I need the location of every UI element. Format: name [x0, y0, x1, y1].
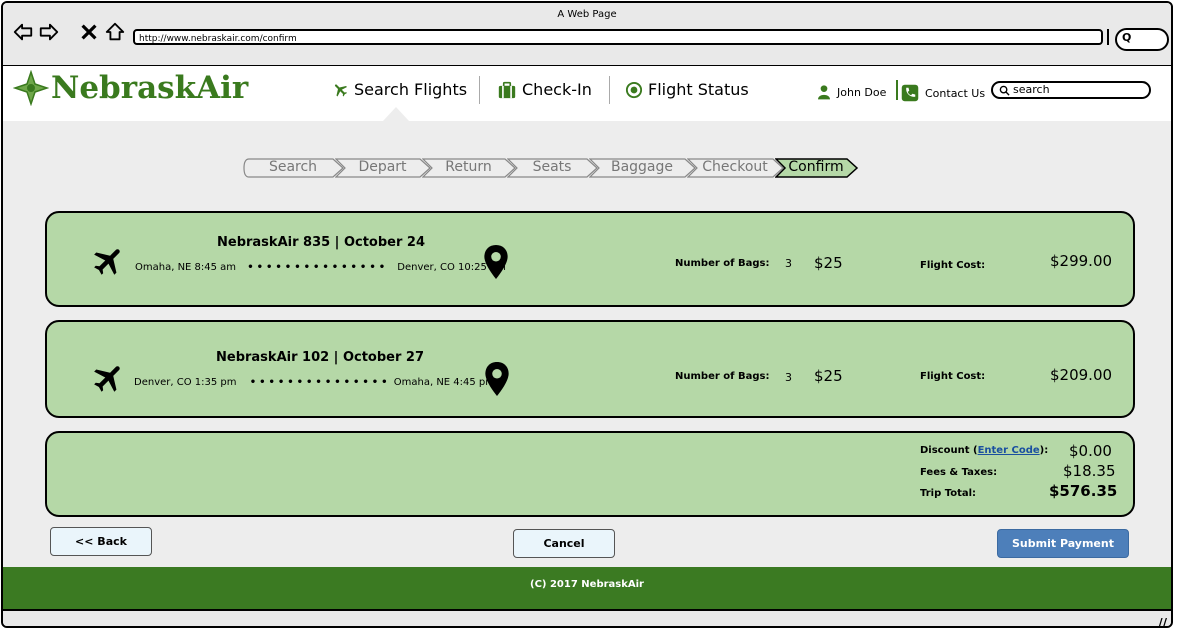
breadcrumb-step[interactable]: Seats — [507, 158, 598, 178]
target-icon — [625, 81, 643, 98]
forward-arrow-icon[interactable] — [37, 20, 61, 44]
nav-divider — [609, 76, 610, 104]
bags-count: 3 — [785, 257, 792, 270]
browser-chrome: A Web Page http://www.nebraskair.com/con… — [3, 3, 1171, 67]
map-pin-icon — [484, 245, 508, 279]
bag-cost: $25 — [814, 367, 843, 385]
breadcrumb-step[interactable]: Confirm — [775, 158, 859, 178]
home-icon[interactable] — [103, 20, 127, 44]
flight-route: Denver, CO 1:35 pm ••••••••••••••• Omaha… — [134, 377, 495, 388]
fees-label: Fees & Taxes: — [920, 467, 998, 478]
bags-label: Number of Bags: — [675, 258, 770, 269]
flight-title: NebraskAir 102 | October 27 — [216, 350, 425, 365]
breadcrumb: Search Depart Return Seats Baggage Checkout Co… — [243, 156, 859, 178]
nav-divider — [479, 76, 480, 104]
nav-flight-status-label: Flight Status — [648, 80, 749, 99]
flight-cost-label: Flight Cost: — [920, 260, 986, 271]
breadcrumb-step[interactable]: Search — [243, 158, 344, 178]
contact-us-label: Contact Us — [925, 86, 986, 100]
site-header: NebraskAir Search Flights Check-In Fligh… — [3, 66, 1171, 121]
flight-cost: $299.00 — [1050, 252, 1113, 270]
breadcrumb-step[interactable]: Baggage — [589, 158, 696, 178]
breadcrumb-step[interactable]: Checkout — [687, 158, 784, 178]
payment-summary: Discount (Enter Code): $0.00 Fees & Taxe… — [45, 431, 1135, 517]
bag-cost: $25 — [814, 254, 843, 272]
logo[interactable]: NebraskAir — [13, 70, 248, 106]
back-button[interactable]: << Back — [50, 527, 152, 556]
user-name: John Doe — [837, 85, 887, 99]
window-title: A Web Page — [557, 9, 617, 20]
flight-cost-label: Flight Cost: — [920, 371, 986, 382]
header-divider — [896, 80, 898, 100]
search-icon: Q — [1122, 31, 1132, 44]
active-nav-pointer — [383, 107, 409, 121]
flight-cost: $209.00 — [1050, 366, 1113, 384]
breadcrumb-step[interactable]: Depart — [335, 158, 431, 178]
user-icon — [818, 85, 830, 100]
breadcrumb-step-label: Depart — [358, 159, 407, 175]
address-bar-end — [1101, 29, 1109, 45]
cancel-button[interactable]: Cancel — [513, 529, 615, 558]
status-bar: // — [3, 609, 1171, 626]
phone-icon — [901, 84, 919, 102]
resize-grip-icon[interactable]: // — [1158, 616, 1167, 626]
close-icon[interactable] — [77, 20, 101, 44]
breadcrumb-step-label: Baggage — [610, 159, 674, 175]
flight-origin: Omaha, NE 8:45 am — [135, 262, 237, 273]
footer: (C) 2017 NebraskAir — [3, 567, 1171, 609]
address-bar[interactable]: http://www.nebraskair.com/confirm — [133, 29, 1103, 45]
submit-payment-button[interactable]: Submit Payment — [997, 529, 1129, 558]
nav-search-flights[interactable]: Search Flights — [332, 80, 467, 99]
flight-card: NebraskAir 835 | October 24 Omaha, NE 8:… — [45, 211, 1135, 307]
plane-icon — [334, 84, 348, 97]
flight-route: Omaha, NE 8:45 am ••••••••••••••• Denver… — [135, 262, 506, 273]
browser-search-button[interactable]: Q — [1115, 28, 1169, 51]
route-dots: ••••••••••••••• — [247, 262, 389, 273]
user-menu[interactable]: John Doe — [816, 84, 886, 100]
breadcrumb-step[interactable]: Return — [422, 158, 516, 178]
site-search-input[interactable]: search — [991, 81, 1151, 99]
flight-origin: Denver, CO 1:35 pm — [134, 377, 237, 388]
plane-logo-icon — [13, 70, 49, 106]
search-icon — [999, 85, 1010, 96]
breadcrumb-step-label: Search — [268, 159, 318, 175]
breadcrumb-step-label: Confirm — [788, 159, 844, 175]
enter-code-link[interactable]: Enter Code — [978, 445, 1040, 456]
bags-label: Number of Bags: — [675, 371, 770, 382]
fees-value: $18.35 — [1063, 462, 1116, 480]
breadcrumb-step-label: Seats — [532, 159, 572, 175]
breadcrumb-step-label: Checkout — [702, 159, 768, 175]
flight-destination: Omaha, NE 4:45 pm — [393, 377, 496, 388]
logo-text: NebraskAir — [51, 70, 249, 106]
discount-label: Discount (Enter Code): — [920, 445, 1049, 456]
nav-check-in-label: Check-In — [522, 80, 592, 99]
bags-count: 3 — [785, 371, 792, 384]
plane-icon — [94, 249, 120, 275]
flight-title: NebraskAir 835 | October 24 — [217, 235, 426, 250]
breadcrumb-step-label: Return — [445, 159, 492, 175]
route-dots: ••••••••••••••• — [249, 377, 391, 388]
content-area: Search Depart Return Seats Baggage Checkout Co… — [3, 121, 1171, 567]
nav-search-flights-label: Search Flights — [354, 80, 468, 99]
map-pin-icon — [485, 362, 509, 396]
search-placeholder: search — [1013, 83, 1050, 96]
total-label: Trip Total: — [920, 488, 977, 499]
browser-window: A Web Page http://www.nebraskair.com/con… — [1, 1, 1173, 628]
nav-check-in[interactable]: Check-In — [497, 80, 592, 99]
back-arrow-icon[interactable] — [11, 20, 35, 44]
nav-flight-status[interactable]: Flight Status — [625, 80, 749, 99]
discount-value: $0.00 — [1069, 442, 1112, 460]
briefcase-icon — [498, 81, 516, 98]
contact-us-link[interactable]: Contact Us — [901, 84, 985, 102]
plane-icon — [94, 366, 120, 392]
flight-card: NebraskAir 102 | October 27 Denver, CO 1… — [45, 320, 1135, 418]
total-value: $576.35 — [1049, 482, 1118, 500]
